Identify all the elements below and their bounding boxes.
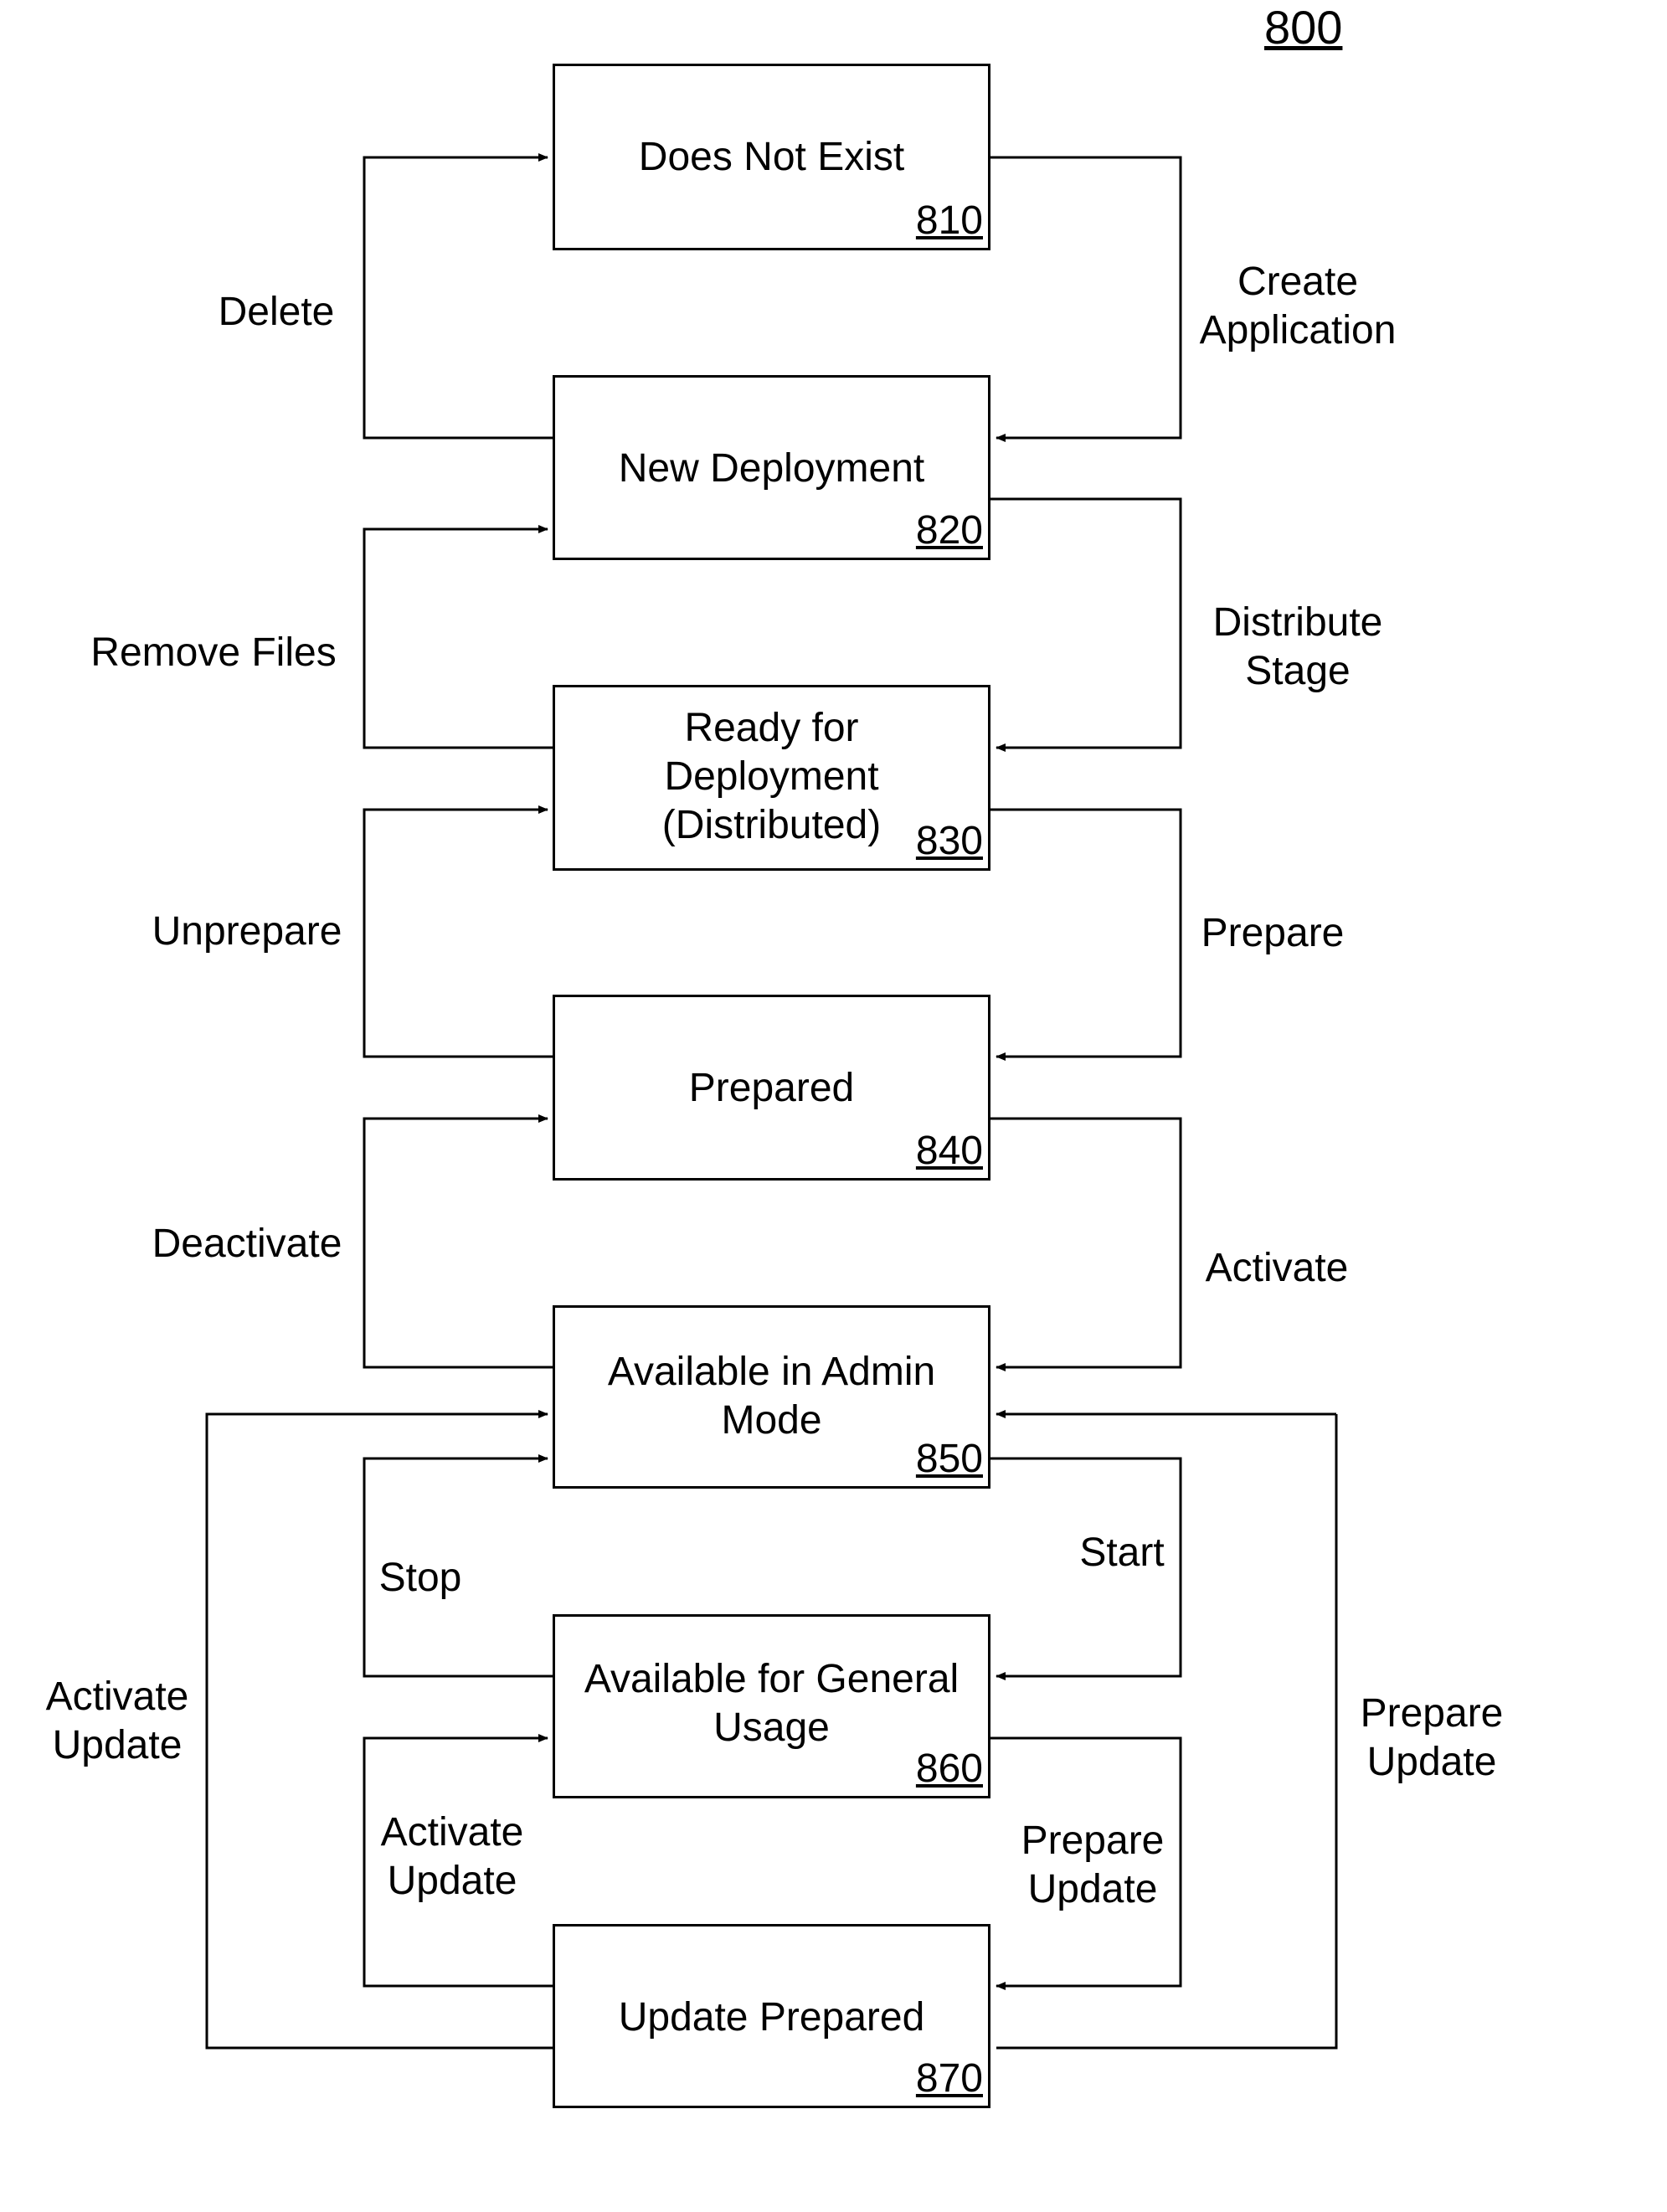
label-stop: Stop — [378, 1556, 462, 1600]
state-label: Available for General Usage — [584, 1657, 960, 1750]
label-delete: Delete — [218, 290, 335, 334]
label-prepare: Prepare — [1201, 911, 1345, 955]
edge-distribute-stage — [990, 497, 1182, 752]
state-number: 870 — [915, 2056, 983, 2101]
label-start: Start — [1079, 1530, 1165, 1575]
edge-delete — [363, 153, 553, 440]
state-number: 860 — [915, 1746, 983, 1791]
state-label: New Deployment — [618, 446, 925, 491]
edge-prepare — [990, 808, 1182, 1061]
edge-activate — [990, 1117, 1182, 1371]
edge-create-application — [990, 156, 1182, 442]
state-850: Available in Admin Mode 850 — [553, 1305, 990, 1489]
edge-activate-update-outer — [205, 1410, 553, 2050]
edge-remove-files — [363, 525, 553, 749]
label-distribute-stage: Distribute Stage — [1212, 600, 1383, 693]
label-create-application: Create Application — [1199, 260, 1397, 352]
state-number: 830 — [915, 819, 983, 863]
state-870: Update Prepared 870 — [553, 1924, 990, 2108]
label-prepare-update-outer: Prepare Update — [1360, 1691, 1504, 1784]
label-prepare-update-inner: Prepare Update — [1021, 1818, 1165, 1911]
state-830: Ready for Deployment (Distributed) 830 — [553, 685, 990, 871]
state-number: 810 — [915, 198, 983, 243]
edge-unprepare — [363, 805, 553, 1058]
state-810: Does Not Exist 810 — [553, 64, 990, 250]
label-activate-update-inner: Activate Update — [380, 1810, 524, 1903]
state-820: New Deployment 820 — [553, 375, 990, 560]
state-number: 820 — [915, 508, 983, 553]
label-activate-update-outer: Activate Update — [45, 1674, 189, 1767]
state-label: Available in Admin Mode — [607, 1350, 936, 1443]
state-number: 840 — [915, 1129, 983, 1173]
state-label: Does Not Exist — [638, 135, 905, 179]
state-number: 850 — [915, 1437, 983, 1481]
label-deactivate: Deactivate — [152, 1222, 342, 1266]
label-unprepare: Unprepare — [152, 909, 342, 954]
label-remove-files: Remove Files — [90, 630, 337, 675]
edge-prepare-update-outer — [996, 1414, 1338, 2050]
state-840: Prepared 840 — [553, 995, 990, 1181]
state-label: Prepared — [688, 1066, 855, 1110]
state-label: Update Prepared — [618, 1995, 925, 2040]
edge-deactivate — [363, 1114, 553, 1369]
state-860: Available for General Usage 860 — [553, 1614, 990, 1798]
label-activate: Activate — [1205, 1246, 1349, 1290]
figure-number: 800 — [1264, 1, 1343, 54]
